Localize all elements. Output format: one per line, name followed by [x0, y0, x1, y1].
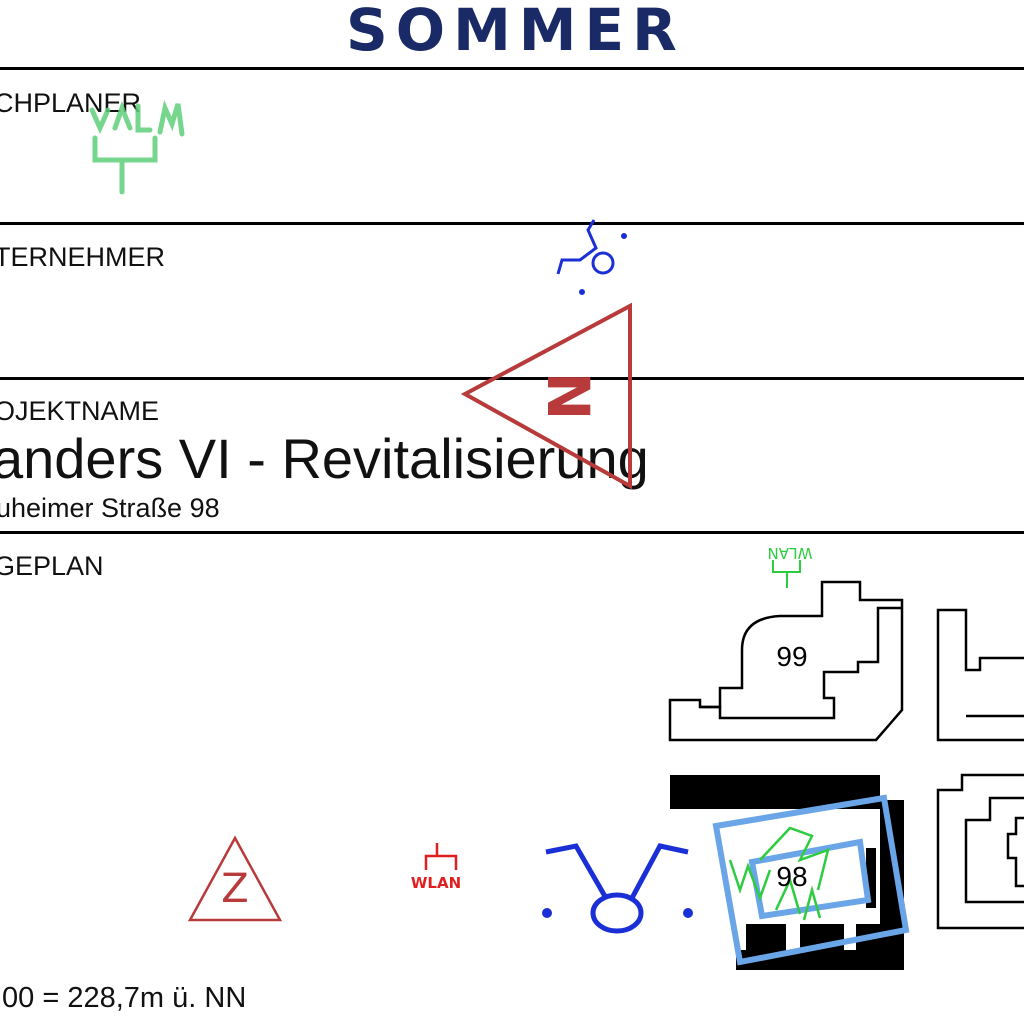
building-label-99: 99 [776, 641, 807, 672]
building-right-top [936, 608, 1024, 742]
north-letter: N [534, 372, 602, 421]
z-triangle-icon: Z [187, 835, 283, 922]
building-99: 99 [668, 580, 904, 742]
wlan-antenna-icon [89, 99, 185, 195]
north-triangle-icon: N [460, 302, 632, 490]
wlan-small-text: WLAN [767, 544, 812, 562]
wlan-small-icon: WLAN [767, 544, 813, 588]
wlan-antenna-red-icon: WLAN [411, 843, 461, 892]
z-letter: Z [221, 866, 248, 912]
title-block-page: SOMMER CHPLANER TERNEHMER OJEKTNAME ande… [0, 0, 1024, 1024]
person-symbol-icon [542, 843, 693, 934]
building-right-bottom [936, 773, 1024, 930]
building-label-98: 98 [776, 861, 807, 892]
drawing-layer: N WLAN 99 98 Z WLAN [89, 99, 1024, 970]
wheelchair-icon [556, 219, 627, 295]
wlan-red-text: WLAN [411, 874, 461, 892]
